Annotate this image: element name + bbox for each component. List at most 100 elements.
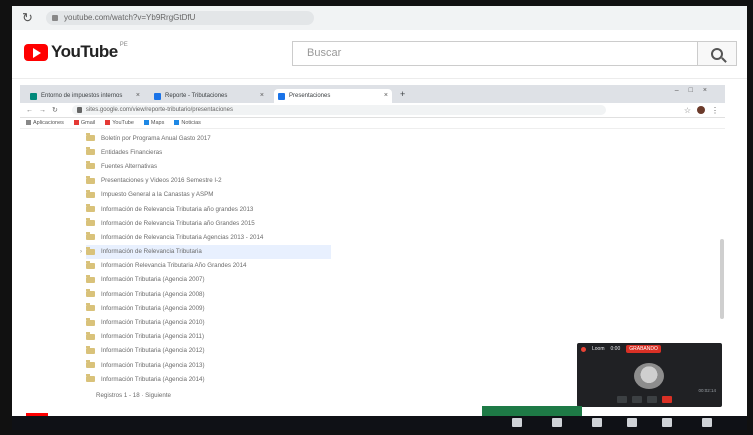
list-item[interactable]: Información de Relevancia Tributaria año…: [86, 202, 726, 216]
taskbar-app-icon[interactable]: [552, 418, 562, 427]
pagination-text[interactable]: Registros 1 - 18 · Siguiente: [96, 392, 171, 399]
bookmark-apps[interactable]: Aplicaciones: [26, 120, 64, 126]
youtube-header: YouTube PE Buscar: [12, 30, 747, 79]
video-player[interactable]: Entorno de impuestos internos × Reporte …: [12, 79, 747, 430]
folder-icon: [86, 189, 95, 198]
taskbar-app-icon[interactable]: [662, 418, 672, 427]
bookmark-label: Aplicaciones: [33, 119, 64, 126]
inner-tab-label: Reporte - Tributaciones: [165, 93, 228, 99]
youtube-logo[interactable]: YouTube PE: [24, 42, 128, 62]
bookmarks-bar: Aplicaciones Gmail YouTube Maps Noticias: [20, 117, 725, 129]
close-icon[interactable]: ×: [384, 92, 388, 99]
menu-icon[interactable]: ⋮: [711, 106, 719, 115]
list-item[interactable]: Presentaciones y Videos 2016 Semestre I-…: [86, 174, 726, 188]
folder-icon: [86, 345, 95, 354]
close-icon[interactable]: ×: [260, 92, 264, 99]
reload-icon[interactable]: ↻: [22, 10, 38, 26]
bookmark-label: Noticias: [181, 119, 201, 126]
list-item[interactable]: Información de Relevancia Tributaria Age…: [86, 230, 726, 244]
star-icon[interactable]: ☆: [684, 106, 691, 115]
scrollbar-thumb[interactable]: [720, 239, 724, 319]
folder-label: Información Tributaria (Agencia 2007): [101, 276, 205, 284]
folder-label: Información Tributaria (Agencia 2009): [101, 304, 205, 312]
list-item[interactable]: Boletín por Programa Anual Gasto 2017: [86, 131, 726, 145]
list-item[interactable]: Información Tributaria (Agencia 2007): [86, 273, 726, 287]
close-icon[interactable]: ×: [136, 92, 140, 99]
folder-label: Presentaciones y Videos 2016 Semestre I-…: [101, 177, 222, 185]
folder-label: Información de Relevancia Tributaria Age…: [101, 233, 264, 241]
pause-icon[interactable]: [617, 396, 627, 403]
avatar[interactable]: [697, 106, 705, 114]
youtube-play-icon: [24, 43, 48, 61]
nav-arrows-icon[interactable]: ←→↻: [26, 106, 64, 114]
webcam-overlay[interactable]: Loom 0:00 GRABANDO 00:02:14: [577, 343, 722, 407]
folder-label: Entidades Financieras: [101, 148, 163, 156]
inner-tab-label: Entorno de impuestos internos: [41, 93, 123, 99]
search-icon: [711, 47, 723, 60]
list-item-selected[interactable]: › Información de Relevancia Tributaria: [80, 244, 331, 259]
list-item[interactable]: Información Tributaria (Agencia 2011): [86, 330, 726, 344]
country-code: PE: [119, 42, 128, 48]
folder-icon: [86, 331, 95, 340]
inner-tab-3[interactable]: Presentaciones ×: [274, 89, 392, 103]
window-controls[interactable]: –□×: [675, 87, 717, 94]
list-item[interactable]: Información de Relevancia Tributaria año…: [86, 216, 726, 230]
folder-label: Información de Relevancia Tributaria año…: [101, 205, 254, 213]
folder-icon: [86, 274, 95, 283]
list-item[interactable]: Información Tributaria (Agencia 2009): [86, 301, 726, 315]
search-input[interactable]: Buscar: [292, 41, 697, 66]
folder-icon: [86, 303, 95, 312]
folder-icon: [86, 133, 95, 142]
new-tab-icon[interactable]: +: [400, 89, 405, 99]
search-button[interactable]: [697, 41, 737, 66]
inner-address-bar: ←→↻ sites.google.com/view/reporte-tribut…: [20, 103, 725, 118]
folder-icon: [86, 147, 95, 156]
folder-label: Información Tributaria (Agencia 2008): [101, 290, 205, 298]
video-progress-bar[interactable]: [26, 413, 48, 416]
list-item[interactable]: Impuesto General a la Canastas y ASPM: [86, 188, 726, 202]
list-item[interactable]: Información Tributaria (Agencia 2010): [86, 315, 726, 329]
folder-label: Información de Relevancia Tributaria: [101, 248, 202, 256]
webcam-status: 0:00: [610, 346, 621, 352]
folder-label: Información Tributaria (Agencia 2014): [101, 375, 205, 383]
camera-icon[interactable]: [647, 396, 657, 403]
list-item[interactable]: Información Tributaria (Agencia 2008): [86, 287, 726, 301]
outer-url-bar[interactable]: youtube.com/watch?v=Yb9RrgGtDfU: [46, 11, 314, 25]
folder-label: Información Tributaria (Agencia 2013): [101, 361, 205, 369]
taskbar-app-icon[interactable]: [702, 418, 712, 427]
folder-icon: [86, 218, 95, 227]
tab-favicon-icon: [278, 92, 285, 100]
news-icon: [174, 120, 180, 125]
stop-icon[interactable]: [662, 396, 672, 403]
youtube-icon: [105, 120, 111, 125]
inner-tab-strip: Entorno de impuestos internos × Reporte …: [20, 85, 725, 103]
bookmark-label: Maps: [150, 119, 165, 126]
chevron-right-icon: ›: [80, 248, 82, 255]
tab-favicon-icon: [30, 92, 37, 100]
inner-tab-label: Presentaciones: [289, 93, 331, 99]
list-item[interactable]: Entidades Financieras: [86, 145, 726, 159]
list-item[interactable]: Información Relevancia Tributaria Año Gr…: [86, 259, 726, 273]
bookmark-gmail[interactable]: Gmail: [73, 120, 95, 126]
tab-favicon-icon: [154, 92, 161, 100]
taskbar-app-icon[interactable]: [592, 418, 602, 427]
folder-label: Información Tributaria (Agencia 2012): [101, 347, 205, 355]
gmail-icon: [73, 120, 79, 125]
record-icon: [581, 346, 586, 352]
list-item[interactable]: Fuentes Alternativas: [86, 159, 726, 173]
inner-tab-1[interactable]: Entorno de impuestos internos ×: [26, 89, 144, 103]
webcam-feed: [634, 363, 664, 389]
bookmark-maps[interactable]: Maps: [143, 119, 165, 126]
taskbar-app-icon[interactable]: [512, 418, 522, 427]
inner-url-field[interactable]: sites.google.com/view/reporte-tributario…: [71, 105, 606, 115]
bookmark-news[interactable]: Noticias: [174, 120, 201, 126]
taskbar-app-icon[interactable]: [627, 418, 637, 427]
folder-label: Fuentes Alternativas: [101, 162, 158, 170]
maps-icon: [143, 120, 149, 125]
folder-icon: [86, 289, 95, 298]
folder-label: Boletín por Programa Anual Gasto 2017: [101, 134, 211, 142]
bookmark-youtube[interactable]: YouTube: [105, 120, 134, 126]
mic-icon[interactable]: [632, 396, 642, 403]
inner-tab-2[interactable]: Reporte - Tributaciones ×: [150, 89, 268, 103]
youtube-wordmark: YouTube: [51, 42, 118, 61]
